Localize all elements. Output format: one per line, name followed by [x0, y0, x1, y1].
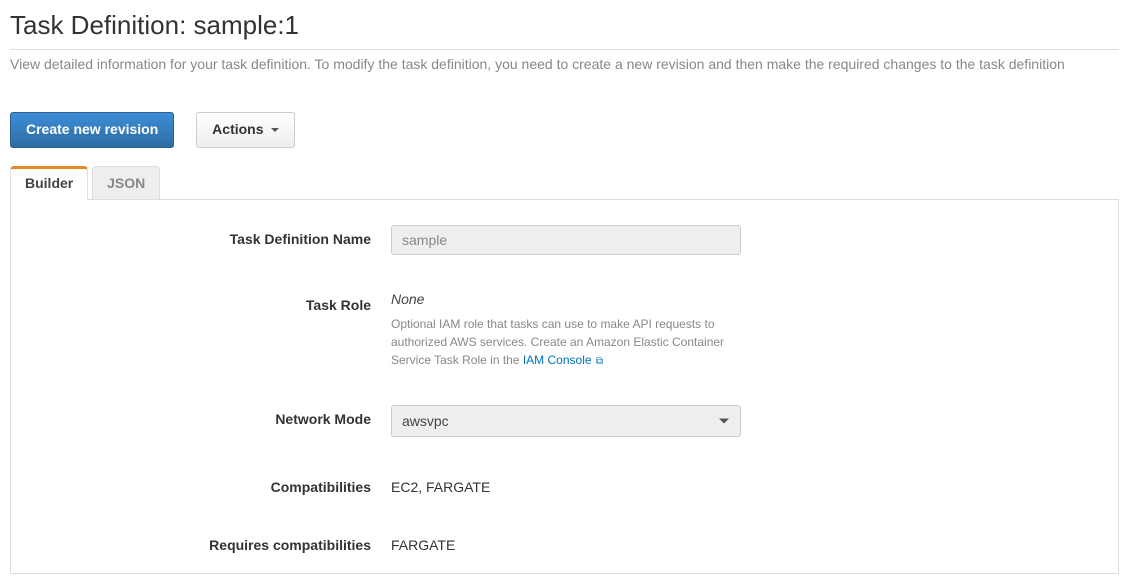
task-role-help-text: Optional IAM role that tasks can use to …	[391, 315, 731, 369]
task-role-value: None	[391, 291, 751, 307]
page-title: Task Definition: sample:1	[10, 10, 1119, 41]
row-compatibilities: Compatibilities EC2, FARGATE	[31, 473, 1098, 495]
iam-console-link[interactable]: IAM Console ⧉	[523, 353, 603, 367]
network-mode-select[interactable]: awsvpc	[391, 405, 741, 437]
tab-json[interactable]: JSON	[92, 166, 160, 200]
builder-panel: Task Definition Name Task Role None Opti…	[10, 200, 1119, 574]
label-requires-compatibilities: Requires compatibilities	[31, 531, 391, 553]
tabs-row: Builder JSON	[10, 166, 1119, 200]
compatibilities-value: EC2, FARGATE	[391, 473, 751, 495]
row-task-definition-name: Task Definition Name	[31, 225, 1098, 255]
row-network-mode: Network Mode awsvpc	[31, 405, 1098, 437]
action-button-row: Create new revision Actions	[10, 112, 1119, 148]
create-new-revision-button[interactable]: Create new revision	[10, 112, 174, 148]
external-link-icon: ⧉	[596, 354, 603, 369]
row-requires-compatibilities: Requires compatibilities FARGATE	[31, 531, 1098, 553]
label-network-mode: Network Mode	[31, 405, 391, 427]
page-description: View detailed information for your task …	[10, 56, 1119, 72]
actions-button-label: Actions	[212, 121, 263, 137]
requires-compatibilities-value: FARGATE	[391, 531, 751, 553]
label-task-definition-name: Task Definition Name	[31, 225, 391, 247]
tab-builder[interactable]: Builder	[10, 166, 88, 200]
row-task-role: Task Role None Optional IAM role that ta…	[31, 291, 1098, 369]
actions-dropdown-button[interactable]: Actions	[196, 112, 295, 148]
label-compatibilities: Compatibilities	[31, 473, 391, 495]
label-task-role: Task Role	[31, 291, 391, 313]
task-definition-name-input	[391, 225, 741, 255]
network-mode-value: awsvpc	[391, 405, 741, 437]
caret-down-icon	[271, 128, 279, 132]
header-divider	[10, 49, 1119, 50]
